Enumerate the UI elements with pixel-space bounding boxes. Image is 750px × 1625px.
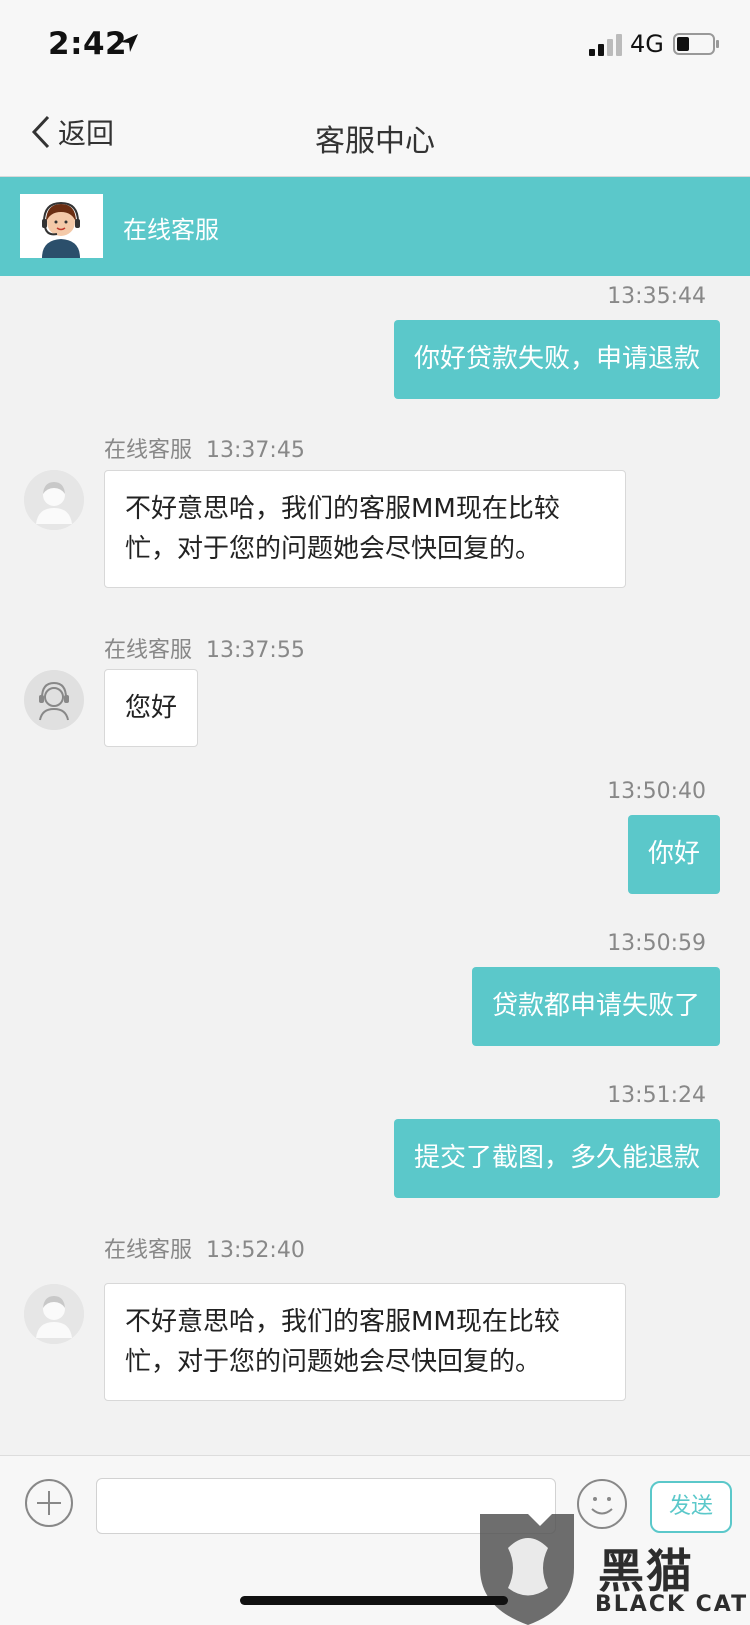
status-time: 2:42 (48, 26, 128, 62)
outgoing-message[interactable]: 你好 (627, 815, 720, 894)
message-time: 13:37:45 (206, 438, 305, 463)
incoming-message[interactable]: 不好意思哈，我们的客服MM现在比较忙，对于您的问题她会尽快回复的。 (104, 470, 626, 588)
incoming-message[interactable]: 不好意思哈，我们的客服MM现在比较忙，对于您的问题她会尽快回复的。 (104, 1283, 626, 1401)
sender-name: 在线客服 (104, 438, 193, 463)
message-meta: 在线客服 13:37:45 (104, 432, 305, 464)
sender-name: 在线客服 (104, 638, 193, 663)
page-title: 客服中心 (315, 124, 435, 159)
message-time: 13:52:40 (206, 1238, 305, 1263)
agent-avatar-placeholder (24, 470, 84, 530)
message-meta: 在线客服 13:37:55 (104, 632, 305, 664)
headset-agent-icon (24, 670, 84, 730)
sender-name: 在线客服 (104, 1238, 193, 1263)
outgoing-message[interactable]: 你好贷款失败，申请退款 (393, 320, 720, 399)
signal-icon (589, 34, 622, 56)
home-indicator (240, 1596, 508, 1605)
agent-avatar-placeholder (24, 670, 84, 730)
outgoing-message[interactable]: 提交了截图，多久能退款 (393, 1119, 720, 1198)
outgoing-message[interactable]: 贷款都申请失败了 (471, 967, 720, 1046)
agent-avatar (20, 194, 103, 258)
message-time: 13:50:40 (607, 779, 706, 804)
location-arrow-icon (120, 34, 138, 52)
watermark-subtext: BLACK CAT (595, 1592, 749, 1617)
incoming-message[interactable]: 您好 (104, 669, 199, 747)
agent-avatar-placeholder (24, 1284, 84, 1344)
battery-icon (673, 33, 719, 55)
person-icon (24, 1284, 84, 1344)
customer-service-agent-icon (20, 194, 103, 258)
plus-icon[interactable] (24, 1478, 74, 1528)
message-meta: 在线客服 13:52:40 (104, 1232, 305, 1264)
nav-bar: 返回 客服中心 (0, 88, 750, 177)
message-time: 13:51:24 (607, 1083, 706, 1108)
agent-name: 在线客服 (123, 216, 219, 244)
person-icon (24, 470, 84, 530)
status-bar: 2:42 4G (0, 0, 750, 88)
agent-banner[interactable]: 在线客服 (0, 177, 750, 276)
message-time: 13:50:59 (607, 931, 706, 956)
message-time: 13:35:44 (607, 284, 706, 309)
message-time: 13:37:55 (206, 638, 305, 663)
chat-list[interactable]: 13:35:44 你好贷款失败，申请退款 在线客服 13:37:45 不好意思哈，… (0, 277, 750, 1455)
network-type: 4G (630, 30, 664, 58)
